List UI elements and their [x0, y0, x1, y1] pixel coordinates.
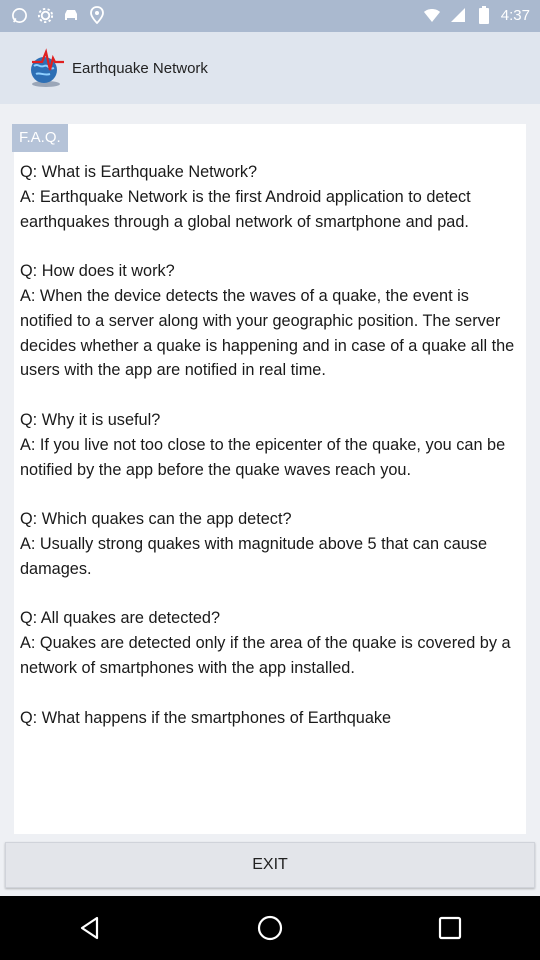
faq-item: Q: What is Earthquake Network? A: Earthq…	[20, 160, 520, 234]
car-icon	[62, 6, 80, 24]
app-title: Earthquake Network	[72, 59, 208, 77]
earthquake-globe-icon	[24, 46, 68, 90]
faq-answer: A: When the device detects the waves of …	[20, 286, 515, 380]
settings-gear-icon	[36, 6, 54, 24]
faq-question: Q: All quakes are detected?	[20, 609, 221, 628]
faq-header: F.A.Q.	[12, 124, 68, 152]
faq-item: Q: How does it work? A: When the device …	[20, 259, 520, 383]
faq-question: Q: What is Earthquake Network?	[20, 163, 258, 181]
faq-answer: A: Quakes are detected only if the area …	[20, 634, 511, 677]
faq-question: Q: How does it work?	[20, 262, 175, 281]
app-bar: Earthquake Network	[0, 32, 540, 104]
recents-icon[interactable]	[420, 908, 480, 948]
notification-icons	[10, 6, 106, 24]
faq-answer: A: Usually strong quakes with magnitude …	[20, 534, 488, 578]
faq-answer: A: If you live not too close to the epic…	[20, 435, 506, 479]
faq-item: Q: All quakes are detected? A: Quakes ar…	[20, 606, 520, 680]
back-icon[interactable]	[60, 908, 120, 948]
system-icons: 4:37	[423, 6, 530, 24]
wifi-icon	[423, 6, 441, 24]
status-bar: 4:37	[0, 0, 540, 32]
faq-answer: A: Earthquake Network is the first Andro…	[20, 187, 471, 231]
faq-list: Q: What is Earthquake Network? A: Earthq…	[20, 160, 520, 755]
location-pin-icon	[88, 6, 106, 24]
faq-card[interactable]: Q: What is Earthquake Network? A: Earthq…	[14, 124, 526, 834]
faq-question: Q: Which quakes can the app detect?	[20, 510, 292, 529]
whatsapp-icon	[10, 6, 28, 24]
status-time: 4:37	[500, 6, 530, 24]
signal-icon	[449, 6, 467, 24]
battery-icon	[475, 6, 493, 24]
faq-question: Q: What happens if the smartphones of Ea…	[20, 708, 392, 727]
faq-question: Q: Why it is useful?	[20, 410, 161, 429]
faq-item: Q: Why it is useful? A: If you live not …	[20, 408, 520, 482]
exit-button[interactable]: EXIT	[5, 842, 535, 888]
faq-item: Q: Which quakes can the app detect? A: U…	[20, 507, 520, 581]
navigation-bar	[0, 896, 540, 960]
home-icon[interactable]	[240, 908, 300, 948]
faq-item: Q: What happens if the smartphones of Ea…	[20, 706, 520, 731]
